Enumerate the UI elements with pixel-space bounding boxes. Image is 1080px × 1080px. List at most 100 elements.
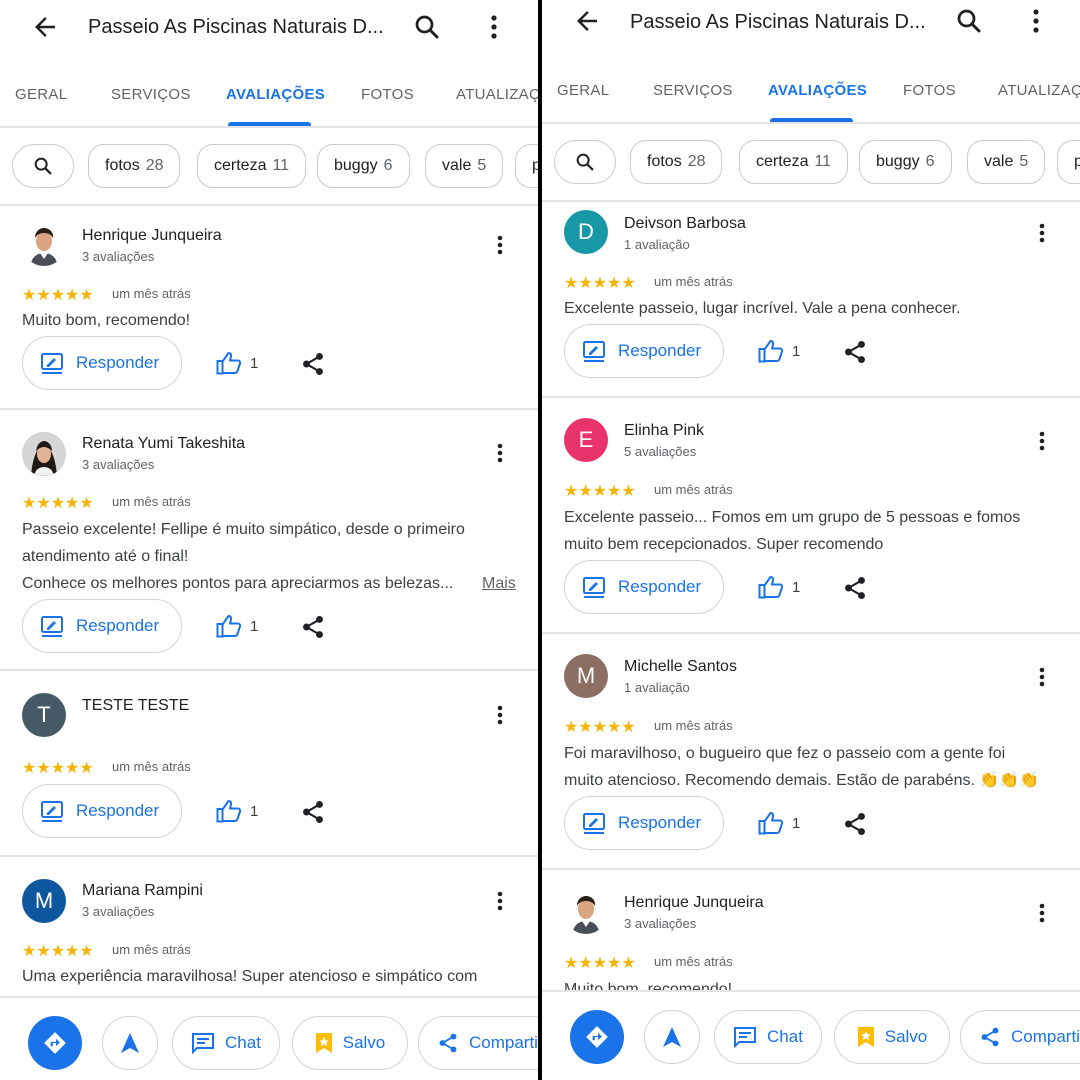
review-text-line: Conhece os melhores pontos para apreciar…: [22, 575, 454, 592]
reviewer-name[interactable]: Deivson Barbosa: [624, 215, 746, 233]
more-vert-icon[interactable]: [494, 233, 506, 257]
more-vert-icon[interactable]: [1024, 6, 1048, 36]
tab-servicos[interactable]: SERVIÇOS: [653, 82, 733, 99]
share-icon[interactable]: [300, 614, 326, 640]
reply-button[interactable]: Responder: [564, 796, 724, 850]
reviewer-name[interactable]: Michelle Santos: [624, 658, 737, 676]
more-vert-icon[interactable]: [1036, 429, 1048, 453]
search-icon[interactable]: [412, 12, 442, 42]
reply-button[interactable]: Responder: [22, 336, 182, 390]
reviews-feed[interactable]: Henrique Junqueira 3 avaliações ★★★★★ um…: [0, 206, 538, 998]
reviewer-name[interactable]: TESTE TESTE: [82, 697, 189, 715]
like-count: 1: [792, 342, 801, 360]
chip-count: 11: [272, 157, 290, 174]
star-rating: ★★★★★: [22, 760, 94, 777]
share-icon[interactable]: [842, 339, 868, 365]
like-button[interactable]: 1: [216, 796, 258, 826]
chip-partial[interactable]: p: [515, 144, 538, 188]
tab-fotos[interactable]: FOTOS: [903, 82, 956, 99]
share-icon[interactable]: [300, 799, 326, 825]
review-text-line: Passeio excelente! Fellipe é muito simpá…: [22, 521, 465, 538]
review-text-line: Foi maravilhoso, o bugueiro que fez o pa…: [564, 745, 1006, 762]
like-button[interactable]: 1: [758, 572, 800, 602]
app-header: Passeio As Piscinas Naturais D... GERAL …: [542, 0, 1080, 124]
chip-certeza[interactable]: certeza 11: [739, 140, 849, 184]
saved-button[interactable]: Salvo: [292, 1016, 408, 1070]
tab-geral[interactable]: GERAL: [15, 86, 67, 103]
reviewer-name[interactable]: Henrique Junqueira: [624, 894, 764, 912]
review-card: D Deivson Barbosa 1 avaliação ★★★★★ um m…: [542, 202, 1080, 396]
like-button[interactable]: 1: [758, 808, 800, 838]
active-tab-indicator: [770, 118, 853, 122]
reply-button[interactable]: Responder: [22, 599, 182, 653]
tab-avaliacoes[interactable]: AVALIAÇÕES: [226, 86, 325, 103]
read-more-link[interactable]: Mais: [482, 570, 516, 597]
reviews-feed[interactable]: D Deivson Barbosa 1 avaliação ★★★★★ um m…: [542, 202, 1080, 992]
share-place-button[interactable]: Compartilhar: [960, 1010, 1080, 1064]
directions-button[interactable]: [28, 1016, 82, 1070]
more-vert-icon[interactable]: [1036, 665, 1048, 689]
reviewer-name[interactable]: Mariana Rampini: [82, 882, 203, 900]
reply-icon: [41, 616, 63, 637]
like-button[interactable]: 1: [216, 348, 258, 378]
search-icon[interactable]: [954, 6, 984, 36]
reviewer-name[interactable]: Renata Yumi Takeshita: [82, 435, 245, 453]
reply-button[interactable]: Responder: [564, 324, 724, 378]
like-count: 1: [250, 354, 259, 372]
review-date: um mês atrás: [654, 274, 733, 289]
start-navigation-button[interactable]: [644, 1010, 700, 1064]
chip-buggy[interactable]: buggy 6: [859, 140, 952, 184]
review-text-line: muito bem recepcionados. Super recomendo: [564, 536, 884, 553]
chip-certeza[interactable]: certeza 11: [197, 144, 307, 188]
more-vert-icon[interactable]: [494, 703, 506, 727]
directions-button[interactable]: [570, 1010, 624, 1064]
tab-atualizacoes[interactable]: ATUALIZAÇÕES: [998, 82, 1080, 99]
chip-buggy[interactable]: buggy 6: [317, 144, 410, 188]
more-vert-icon[interactable]: [1036, 901, 1048, 925]
chip-fotos[interactable]: fotos 28: [630, 140, 723, 184]
start-navigation-button[interactable]: [102, 1016, 158, 1070]
share-icon[interactable]: [842, 811, 868, 837]
tab-avaliacoes[interactable]: AVALIAÇÕES: [768, 82, 867, 99]
more-vert-icon[interactable]: [494, 441, 506, 465]
like-button[interactable]: 1: [216, 611, 258, 641]
more-vert-icon[interactable]: [1036, 221, 1048, 245]
review-text-line: atendimento até o final!: [22, 548, 189, 565]
chip-label: fotos: [105, 157, 140, 174]
chat-button[interactable]: Chat: [714, 1010, 822, 1064]
reply-icon: [583, 341, 605, 362]
chip-search-button[interactable]: [554, 140, 616, 184]
chip-search-button[interactable]: [12, 144, 74, 188]
more-vert-icon[interactable]: [494, 889, 506, 913]
chip-vale[interactable]: vale 5: [967, 140, 1046, 184]
share-icon: [439, 1033, 457, 1053]
chip-partial[interactable]: p: [1057, 140, 1080, 184]
star-rating: ★★★★★: [564, 483, 636, 500]
review-text-line: Muito bom, recomendo!: [22, 312, 191, 329]
reviewer-name[interactable]: Henrique Junqueira: [82, 227, 222, 245]
chip-label: buggy: [876, 153, 920, 170]
saved-label: Salvo: [884, 1027, 928, 1046]
tab-fotos[interactable]: FOTOS: [361, 86, 414, 103]
reply-button[interactable]: Responder: [564, 560, 724, 614]
share-icon[interactable]: [842, 575, 868, 601]
chip-label: certeza: [214, 157, 267, 174]
tab-servicos[interactable]: SERVIÇOS: [111, 86, 191, 103]
back-arrow-icon[interactable]: [30, 12, 60, 42]
back-arrow-icon[interactable]: [572, 6, 602, 36]
like-button[interactable]: 1: [758, 336, 800, 366]
reviewer-name[interactable]: Elinha Pink: [624, 422, 704, 440]
tab-geral[interactable]: GERAL: [557, 82, 609, 99]
tab-atualizacoes[interactable]: ATUALIZAÇÕES: [456, 86, 538, 103]
chip-vale[interactable]: vale 5: [425, 144, 504, 188]
share-icon[interactable]: [300, 351, 326, 377]
page-title: Passeio As Piscinas Naturais D...: [630, 11, 926, 33]
chip-label: p: [532, 157, 538, 175]
chat-button[interactable]: Chat: [172, 1016, 280, 1070]
more-vert-icon[interactable]: [482, 12, 506, 42]
saved-button[interactable]: Salvo: [834, 1010, 950, 1064]
reply-button[interactable]: Responder: [22, 784, 182, 838]
share-place-button[interactable]: Compartilhar: [418, 1016, 538, 1070]
chip-fotos[interactable]: fotos 28: [88, 144, 181, 188]
review-text: Muito bom, recomendo!: [22, 307, 522, 334]
